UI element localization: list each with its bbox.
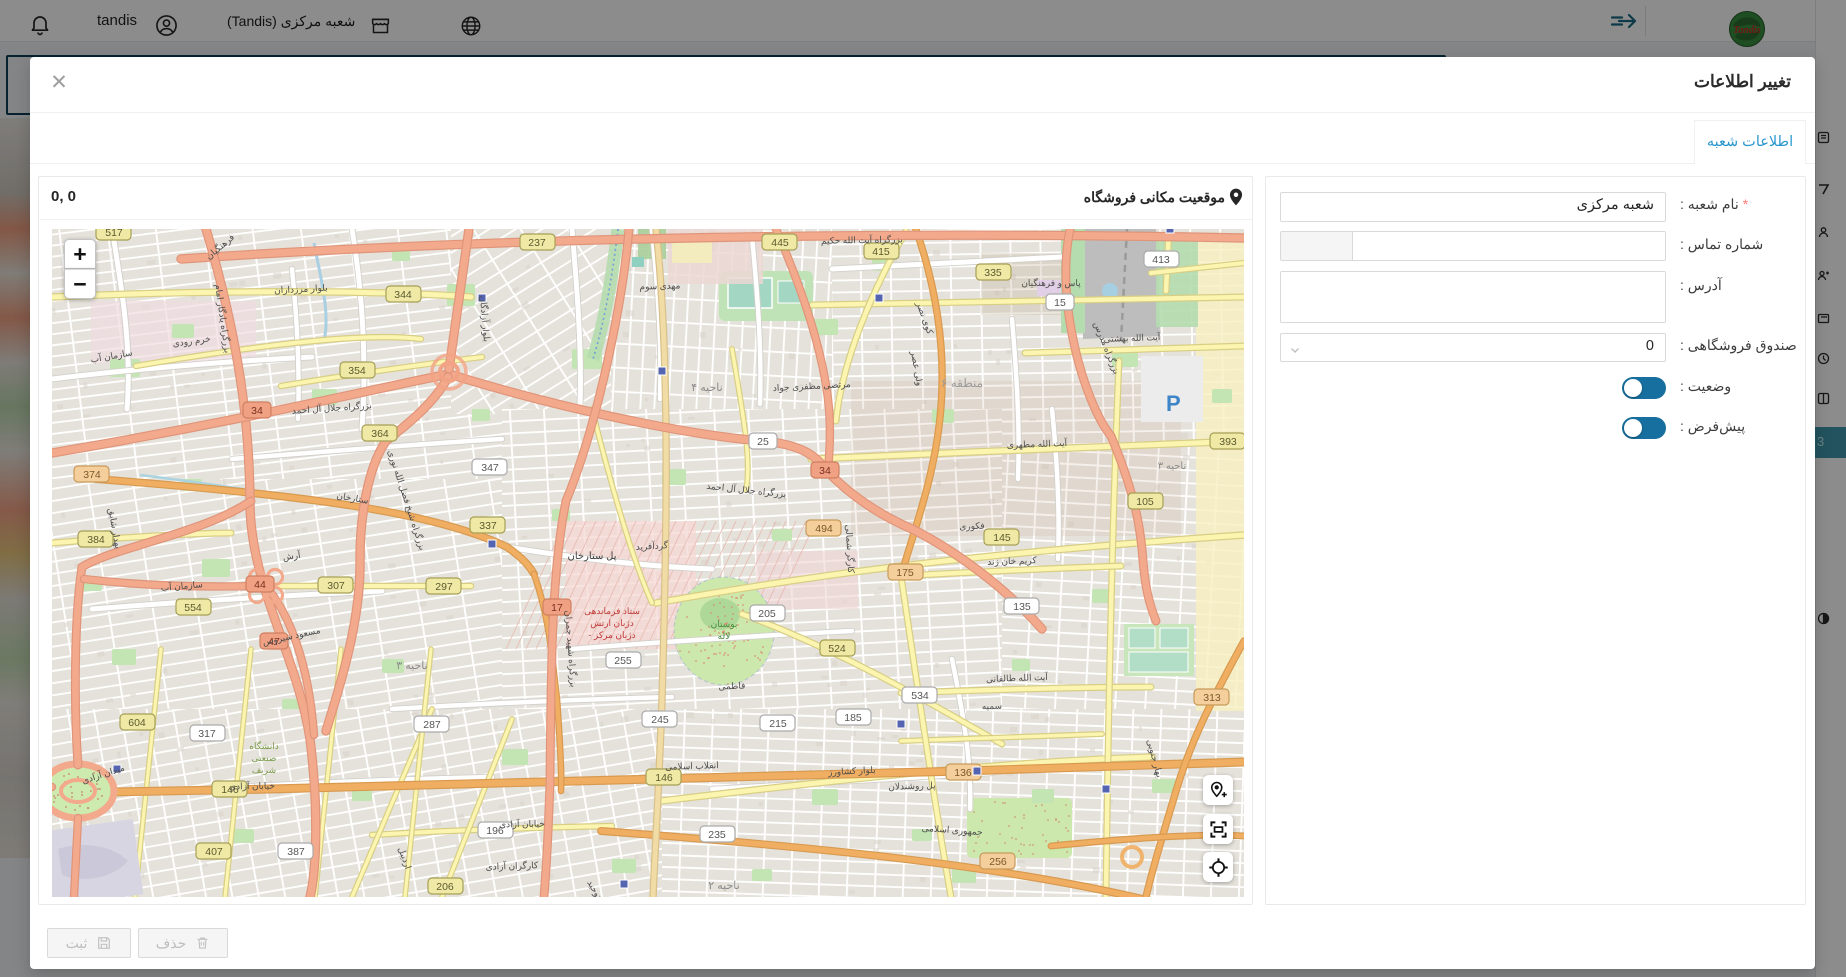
- svg-text:205: 205: [758, 608, 776, 620]
- svg-text:354: 354: [348, 365, 366, 377]
- svg-text:ناحیه ۴: ناحیه ۴: [691, 382, 722, 394]
- svg-text:145: 145: [993, 532, 1011, 544]
- svg-text:185: 185: [844, 712, 862, 724]
- svg-text:344: 344: [394, 289, 412, 301]
- svg-text:44: 44: [254, 579, 266, 591]
- svg-text:297: 297: [435, 581, 453, 593]
- svg-text:256: 256: [989, 856, 1007, 868]
- svg-text:پل ستارخان: پل ستارخان: [568, 551, 617, 562]
- svg-text:175: 175: [896, 567, 914, 579]
- svg-text:146: 146: [655, 772, 673, 784]
- svg-text:ناحیه ۳: ناحیه ۳: [396, 660, 427, 672]
- svg-text:494: 494: [815, 523, 833, 535]
- svg-text:دژبان ارتش: دژبان ارتش: [590, 618, 634, 629]
- svg-text:پاس و فرهنگیان: پاس و فرهنگیان: [1021, 277, 1081, 289]
- svg-text:237: 237: [528, 237, 546, 249]
- svg-text:- دژبان مرکز: - دژبان مرکز: [588, 630, 635, 641]
- svg-text:بوستان: بوستان: [711, 619, 738, 630]
- svg-text:ناحیه ۲: ناحیه ۲: [708, 880, 739, 892]
- svg-text:534: 534: [911, 690, 929, 702]
- svg-text:317: 317: [198, 728, 216, 740]
- svg-text:خیابان آزادی: خیابان آزادی: [499, 818, 545, 831]
- svg-text:393: 393: [1219, 436, 1237, 448]
- svg-text:منطقه ۶: منطقه ۶: [941, 376, 983, 390]
- svg-text:صنعتی: صنعتی: [252, 753, 277, 763]
- svg-text:آیت الله طالقانی: آیت الله طالقانی: [986, 671, 1049, 684]
- svg-text:245: 245: [651, 714, 669, 726]
- svg-text:255: 255: [614, 655, 632, 667]
- svg-text:206: 206: [436, 881, 454, 893]
- svg-text:فکوری: فکوری: [959, 521, 985, 533]
- svg-text:17: 17: [551, 602, 563, 614]
- svg-text:105: 105: [1136, 496, 1154, 508]
- svg-text:فاطمی: فاطمی: [718, 681, 745, 692]
- svg-text:313: 313: [1203, 692, 1221, 704]
- svg-text:524: 524: [828, 643, 846, 655]
- svg-text:445: 445: [771, 237, 789, 249]
- svg-text:136: 136: [954, 767, 972, 779]
- svg-text:ستاد فرماندهی: ستاد فرماندهی: [584, 606, 640, 617]
- svg-text:خیابان آزادی: خیابان آزادی: [229, 780, 275, 793]
- svg-text:235: 235: [708, 829, 726, 841]
- svg-text:ناحیه ۳: ناحیه ۳: [1158, 461, 1187, 472]
- svg-text:307: 307: [327, 580, 345, 592]
- svg-text:215: 215: [769, 718, 787, 730]
- svg-text:135: 135: [1013, 601, 1031, 613]
- svg-text:دانشگاه: دانشگاه: [249, 740, 278, 751]
- svg-text:374: 374: [83, 469, 101, 481]
- svg-text:335: 335: [984, 267, 1002, 279]
- svg-text:سمیه: سمیه: [982, 701, 1003, 712]
- svg-text:415: 415: [872, 246, 890, 258]
- svg-text:554: 554: [184, 602, 202, 614]
- svg-text:364: 364: [371, 428, 389, 440]
- svg-text:413: 413: [1152, 254, 1170, 266]
- svg-text:387: 387: [287, 846, 305, 858]
- svg-text:347: 347: [481, 462, 499, 474]
- svg-text:517: 517: [105, 229, 123, 239]
- svg-text:384: 384: [87, 534, 105, 546]
- svg-text:604: 604: [128, 717, 146, 729]
- svg-text:لاله: لاله: [718, 631, 731, 641]
- svg-text:34: 34: [819, 465, 831, 477]
- svg-text:287: 287: [423, 719, 441, 731]
- svg-text:شریف: شریف: [252, 765, 276, 776]
- svg-text:25: 25: [757, 436, 769, 448]
- svg-text:34: 34: [251, 405, 263, 417]
- svg-text:15: 15: [1054, 297, 1066, 309]
- svg-text:337: 337: [479, 520, 497, 532]
- svg-text:انقلاب اسلامی: انقلاب اسلامی: [665, 760, 719, 772]
- svg-text:P: P: [1166, 391, 1181, 416]
- svg-text:407: 407: [205, 846, 223, 858]
